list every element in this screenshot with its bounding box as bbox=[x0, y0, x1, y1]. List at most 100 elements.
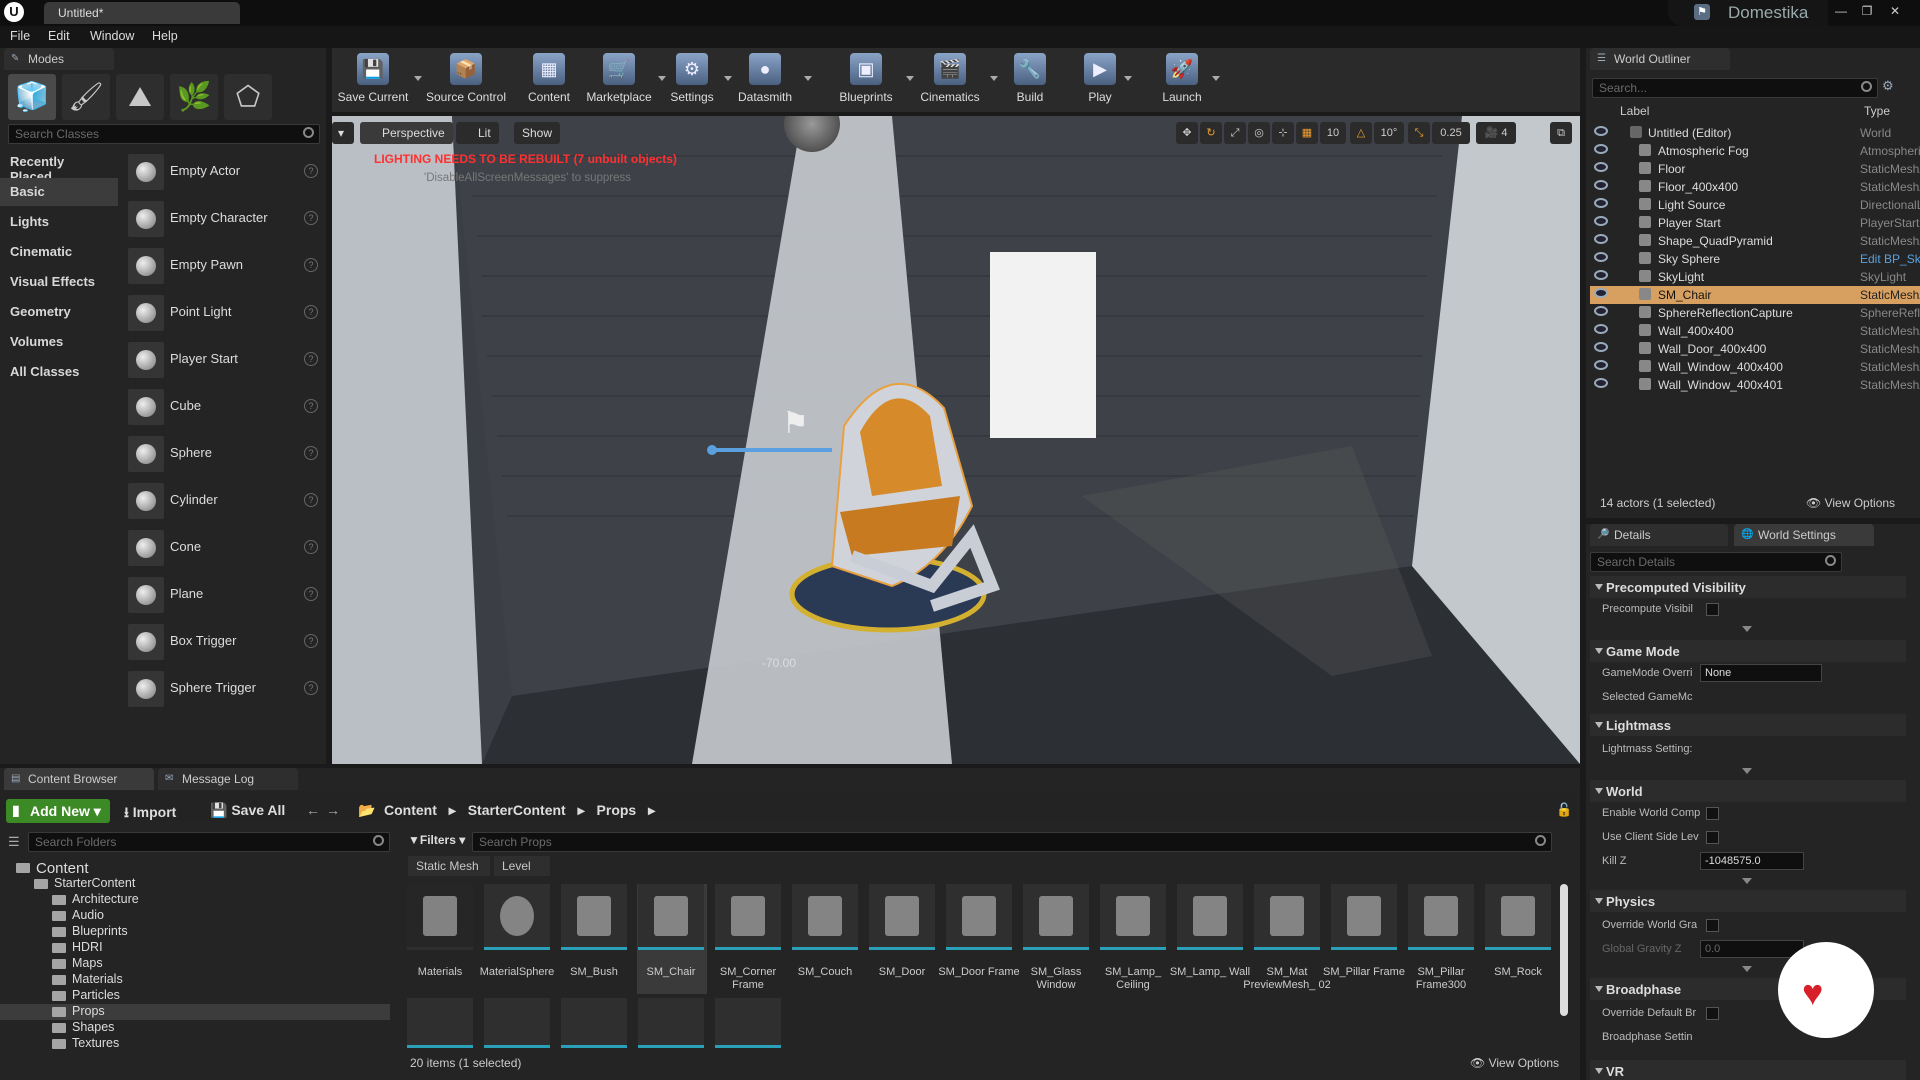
class-item[interactable]: Sphere Trigger? bbox=[126, 667, 322, 711]
class-item[interactable]: Empty Actor? bbox=[126, 150, 322, 194]
help-icon[interactable]: ? bbox=[304, 493, 318, 507]
minimize-icon[interactable]: — bbox=[1830, 2, 1852, 20]
help-icon[interactable]: ? bbox=[304, 211, 318, 225]
asset-tile[interactable]: SM_Lamp_ Ceiling bbox=[1099, 884, 1169, 994]
viewport-options-icon[interactable]: ▾ bbox=[332, 122, 354, 144]
marketplace-button[interactable]: 🛒 Marketplace bbox=[584, 50, 654, 110]
outliner-row[interactable]: SkyLight SkyLight bbox=[1590, 268, 1920, 286]
use-client-side-checkbox[interactable] bbox=[1706, 831, 1719, 844]
outliner-row[interactable]: Shape_QuadPyramid StaticMeshActor bbox=[1590, 232, 1920, 250]
class-item[interactable]: Cube? bbox=[126, 385, 322, 429]
tree-folder-shapes[interactable]: Shapes bbox=[0, 1020, 390, 1036]
blueprints-button[interactable]: ▣ Blueprints bbox=[830, 50, 902, 110]
tab-modes[interactable]: ✎ Modes bbox=[4, 48, 114, 70]
lock-icon[interactable]: 🔓 bbox=[1556, 802, 1572, 818]
help-icon[interactable]: ? bbox=[304, 352, 318, 366]
category-visual-effects[interactable]: Visual Effects bbox=[0, 268, 118, 296]
class-item[interactable]: Cone? bbox=[126, 526, 322, 570]
menu-edit[interactable]: Edit bbox=[48, 29, 70, 43]
category-recently-placed[interactable]: Recently Placed bbox=[0, 148, 118, 184]
asset-tile[interactable]: MaterialSphere bbox=[480, 884, 554, 994]
expand-advanced-icon[interactable] bbox=[1742, 966, 1752, 972]
add-new-button[interactable]: ▮ Add New ▾ bbox=[6, 799, 110, 823]
asset-tile[interactable] bbox=[637, 998, 707, 1048]
outliner-row[interactable]: SphereReflectionCapture SphereReflectionC… bbox=[1590, 304, 1920, 322]
asset-tile[interactable] bbox=[406, 998, 476, 1048]
help-icon[interactable]: ? bbox=[304, 681, 318, 695]
folder-search-input[interactable]: Search Folders bbox=[28, 832, 390, 852]
asset-tile[interactable]: SM_Glass Window bbox=[1022, 884, 1092, 994]
asset-scrollbar[interactable] bbox=[1560, 884, 1568, 1016]
asset-tile[interactable]: SM_Pillar Frame bbox=[1323, 884, 1405, 994]
category-geometry[interactable]: Geometry bbox=[0, 298, 118, 326]
datasmith-dropdown-icon[interactable] bbox=[804, 76, 812, 81]
outliner-row[interactable]: Sky Sphere Edit BP_Sky_Sphere bbox=[1590, 250, 1920, 268]
class-item[interactable]: Sphere? bbox=[126, 432, 322, 476]
class-item[interactable]: Empty Character? bbox=[126, 197, 322, 241]
visibility-eye-icon[interactable] bbox=[1594, 162, 1608, 172]
cinematics-dropdown-icon[interactable] bbox=[990, 76, 998, 81]
tree-folder-startercontent[interactable]: StarterContent bbox=[0, 876, 390, 892]
search-classes-input[interactable]: Search Classes bbox=[8, 124, 320, 144]
outliner-row[interactable]: Wall_Window_400x401 StaticMeshActor bbox=[1590, 376, 1920, 394]
tree-folder-textures[interactable]: Textures bbox=[0, 1036, 390, 1052]
build-button[interactable]: 🔧 Build bbox=[1008, 50, 1052, 110]
paint-mode-icon[interactable]: 🖌 bbox=[62, 74, 110, 120]
outliner-row[interactable]: Wall_400x400 StaticMeshActor bbox=[1590, 322, 1920, 340]
enable-world-comp-checkbox[interactable] bbox=[1706, 807, 1719, 820]
asset-tile[interactable]: SM_Door Frame bbox=[938, 884, 1020, 994]
rotate-icon[interactable]: ↻ bbox=[1200, 122, 1222, 144]
visibility-eye-icon[interactable] bbox=[1594, 324, 1608, 334]
row-broadphase-settings[interactable]: Broadphase Settin bbox=[1590, 1026, 1906, 1050]
tree-folder-content[interactable]: Content bbox=[0, 860, 390, 877]
import-button[interactable]: ⭳ Import bbox=[124, 802, 176, 826]
section-lightmass[interactable]: Lightmass bbox=[1590, 714, 1906, 736]
tree-folder-materials[interactable]: Materials bbox=[0, 972, 390, 988]
forward-icon[interactable]: → bbox=[326, 802, 340, 818]
asset-tile[interactable] bbox=[560, 998, 630, 1048]
asset-tile[interactable]: SM_Corner Frame bbox=[714, 884, 784, 994]
visibility-eye-icon[interactable] bbox=[1594, 180, 1608, 190]
tree-folder-architecture[interactable]: Architecture bbox=[0, 892, 390, 908]
expand-advanced-icon[interactable] bbox=[1742, 878, 1752, 884]
visibility-eye-icon[interactable] bbox=[1594, 198, 1608, 208]
filter-chip-static-mesh[interactable]: Static Mesh bbox=[408, 856, 490, 876]
override-broadphase-checkbox[interactable] bbox=[1706, 1007, 1719, 1020]
back-icon[interactable]: ← bbox=[306, 802, 320, 818]
asset-tile[interactable]: SM_Rock bbox=[1484, 884, 1554, 994]
camera-speed[interactable]: 🎥 4 bbox=[1476, 122, 1516, 144]
asset-tile[interactable]: SM_Lamp_ Wall bbox=[1170, 884, 1250, 994]
outliner-row[interactable]: Floor StaticMeshActor bbox=[1590, 160, 1920, 178]
asset-tile[interactable]: SM_Pillar Frame300 bbox=[1407, 884, 1477, 994]
row-lightmass-settings[interactable]: Lightmass Setting: bbox=[1590, 738, 1906, 762]
outliner-actor-type[interactable]: Edit BP_Sky_Sphere bbox=[1860, 252, 1920, 266]
outliner-row[interactable]: Untitled (Editor) World bbox=[1590, 124, 1920, 142]
asset-tile[interactable]: SM_Bush bbox=[560, 884, 630, 994]
scale-snap-value[interactable]: 0.25 bbox=[1432, 122, 1470, 144]
outliner-type-header[interactable]: Type bbox=[1864, 104, 1890, 118]
class-item[interactable]: Empty Pawn? bbox=[126, 244, 322, 288]
global-gravity-input[interactable]: 0.0 bbox=[1700, 940, 1804, 958]
outliner-row[interactable]: Wall_Door_400x400 StaticMeshActor bbox=[1590, 340, 1920, 358]
tree-folder-hdri[interactable]: HDRI bbox=[0, 940, 390, 956]
section-precomputed-visibility[interactable]: Precomputed Visibility bbox=[1590, 576, 1906, 598]
tab-world-outliner[interactable]: ☰ World Outliner bbox=[1590, 48, 1730, 70]
viewport-scene[interactable] bbox=[332, 116, 1580, 764]
asset-tile[interactable]: Materials bbox=[406, 884, 476, 994]
play-dropdown-icon[interactable] bbox=[1124, 76, 1132, 81]
landscape-mode-icon[interactable]: ⛰ bbox=[116, 74, 164, 120]
asset-tile[interactable]: SM_Mat PreviewMesh_ 02 bbox=[1243, 884, 1331, 994]
tab-message-log[interactable]: ✉ Message Log bbox=[158, 768, 298, 790]
section-vr[interactable]: VR bbox=[1590, 1060, 1906, 1080]
kill-z-input[interactable]: -1048575.0 bbox=[1700, 852, 1804, 870]
maximize-viewport-icon[interactable]: ⧉ bbox=[1550, 122, 1572, 144]
visibility-eye-icon[interactable] bbox=[1594, 234, 1608, 244]
tree-folder-maps[interactable]: Maps bbox=[0, 956, 390, 972]
player-start-icon[interactable]: ⚑ bbox=[782, 406, 822, 442]
tab-content-browser[interactable]: ▤ Content Browser bbox=[4, 768, 154, 790]
visibility-eye-icon[interactable] bbox=[1594, 306, 1608, 316]
asset-tile[interactable]: SM_Chair bbox=[637, 884, 707, 994]
world-space-icon[interactable]: ◎ bbox=[1248, 122, 1270, 144]
surface-snap-icon[interactable]: ⊹ bbox=[1272, 122, 1294, 144]
perspective-button[interactable]: Perspective bbox=[360, 122, 453, 144]
